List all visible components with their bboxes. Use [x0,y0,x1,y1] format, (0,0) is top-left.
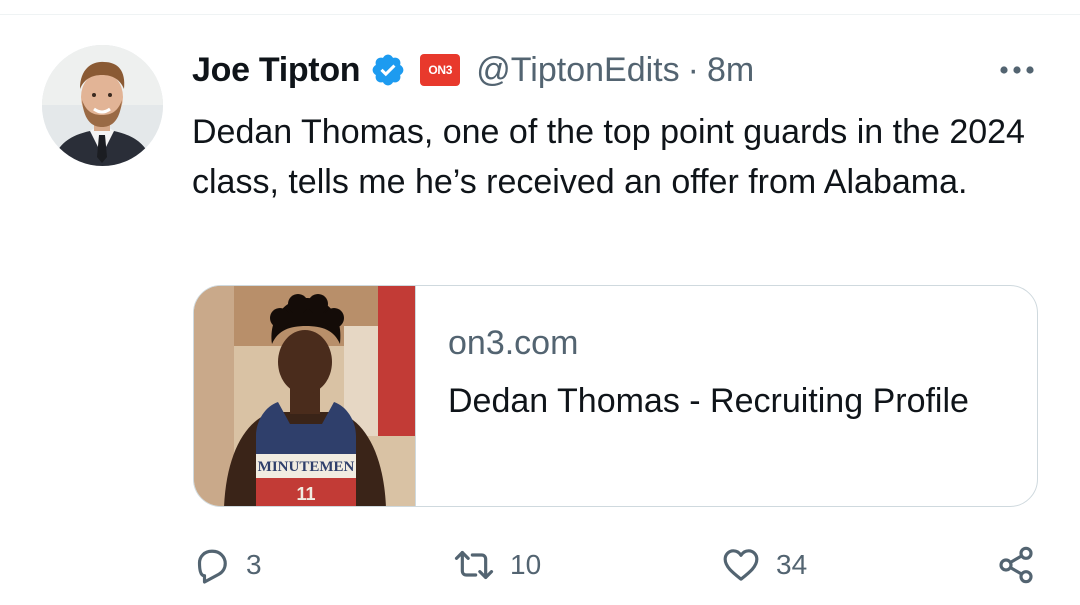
like-count: 34 [776,549,808,580]
avatar[interactable] [42,45,163,166]
separator-dot: · [687,50,699,89]
tweet-header: Joe Tipton ON3 @TiptonEdits · 8m [192,48,754,92]
action-bar: 3 10 34 [0,540,1080,590]
tweet[interactable]: Joe Tipton ON3 @TiptonEdits · 8m Dedan T… [0,0,1080,605]
card-image-jersey-text: MINUTEMEN [258,459,355,475]
divider [0,14,1080,15]
retweet-icon [454,550,494,580]
card-title: Dedan Thomas - Recruiting Profile [448,382,969,420]
card-image[interactable]: MINUTEMEN 11 [194,286,416,506]
more-horizontal-icon [1000,66,1034,74]
card-image-jersey-number: 11 [296,484,315,504]
retweet-button[interactable]: 10 [452,540,541,590]
tweet-time[interactable]: 8m [707,51,754,90]
tweet-text: Dedan Thomas, one of the top point guard… [192,113,1025,201]
link-card[interactable]: MINUTEMEN 11 on3.com Dedan Thomas - Recr… [193,285,1038,507]
share-button[interactable] [996,540,1036,590]
share-icon [999,546,1033,584]
more-options-button[interactable] [992,52,1042,88]
avatar-image [42,45,163,166]
verified-badge-icon[interactable] [370,52,406,88]
affiliate-badge-label: ON3 [428,63,453,77]
retweet-count: 10 [510,549,542,580]
reply-icon [197,549,227,584]
author-handle[interactable]: @TiptonEdits [476,51,679,90]
affiliate-badge[interactable]: ON3 [420,54,461,86]
author-name[interactable]: Joe Tipton [192,51,361,90]
reply-button[interactable]: 3 [192,540,262,590]
heart-icon [723,549,759,581]
card-domain: on3.com [448,324,579,362]
reply-count: 3 [246,549,262,580]
like-button[interactable]: 34 [720,540,807,590]
